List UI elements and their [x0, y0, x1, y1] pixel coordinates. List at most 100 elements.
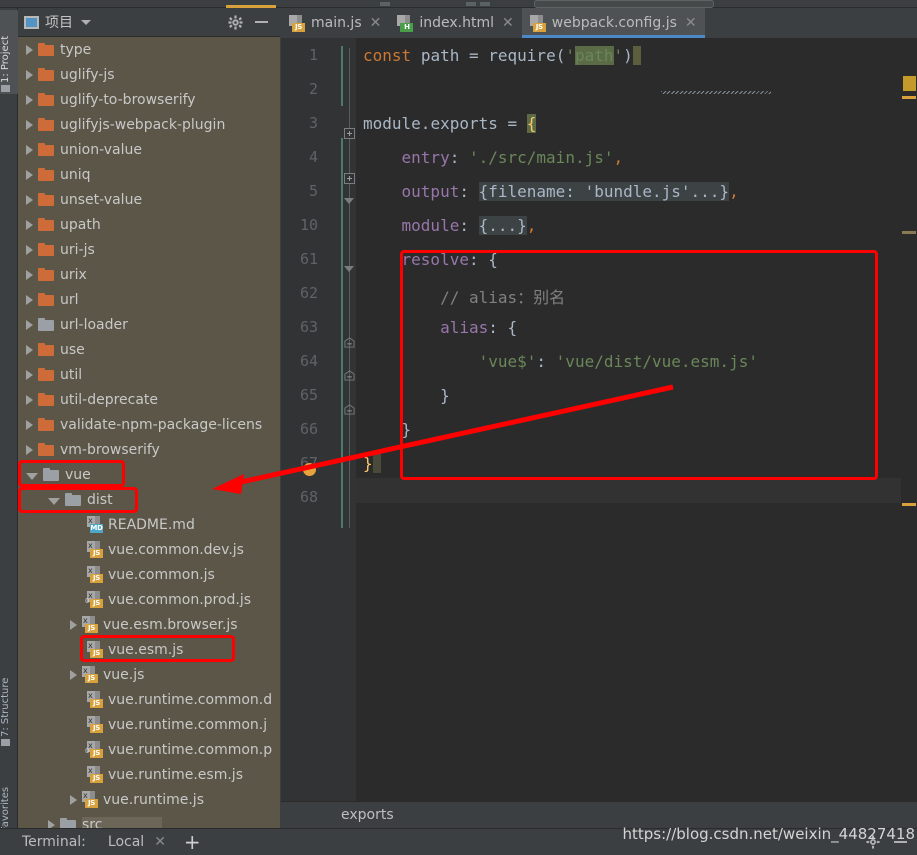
chevron-right-icon[interactable] [26, 369, 33, 380]
code-line[interactable]: resolve: { [363, 250, 498, 269]
tree-file-row[interactable]: x JS vue.runtime.common.d [18, 687, 280, 712]
chevron-right-icon[interactable] [26, 419, 33, 430]
tree-file-row[interactable]: x MD README.md [18, 512, 280, 537]
tree-folder-row[interactable]: url-loader [18, 312, 280, 337]
close-icon[interactable]: ✕ [154, 834, 166, 850]
close-icon[interactable]: ✕ [502, 16, 514, 30]
code-line[interactable]: output: {filename: 'bundle.js'...}, [363, 182, 739, 201]
chevron-right-icon[interactable] [26, 44, 33, 55]
code-line[interactable]: // alias：别名 [363, 284, 565, 308]
chevron-right-icon[interactable] [26, 169, 33, 180]
tree-folder-row[interactable]: util-deprecate [18, 387, 280, 412]
close-icon[interactable]: ✕ [685, 16, 697, 30]
tree-folder-row[interactable]: uglifyjs-webpack-plugin [18, 112, 280, 137]
tree-file-row[interactable]: x JS vue.js [18, 662, 280, 687]
chevron-right-icon[interactable] [26, 269, 33, 280]
editor-gutter[interactable]: 12345106162636465666768 [281, 38, 356, 801]
chevron-right-icon[interactable] [26, 244, 33, 255]
fold-end-line67-icon[interactable] [344, 400, 355, 415]
tree-file-row[interactable]: x JS vue.runtime.common.j [18, 712, 280, 737]
chevron-down-icon[interactable] [81, 19, 91, 25]
terminal-session-tab[interactable]: Local [108, 834, 144, 850]
toolbar-icon-b[interactable] [466, 2, 476, 6]
chevron-right-icon[interactable] [26, 69, 33, 80]
editor-tab-index-html[interactable]: Hindex.html ✕ [389, 8, 521, 38]
code-line[interactable]: const path = require('path') [363, 46, 641, 65]
code-line[interactable]: alias: { [363, 318, 517, 337]
sidebar-tab-project[interactable]: 1: Project [0, 10, 18, 94]
editor-tab-main-js[interactable]: JS main.js ✕ [281, 8, 389, 38]
chevron-right-icon[interactable] [26, 394, 33, 405]
chevron-right-icon[interactable] [26, 119, 33, 130]
chevron-right-icon[interactable] [48, 819, 55, 828]
editor-tab-webpack-config-js[interactable]: JS webpack.config.js ✕ [521, 8, 705, 38]
tree-file-row[interactable]: x JS vue.common.dev.js [18, 537, 280, 562]
marker-line-3[interactable] [902, 503, 916, 506]
plus-icon[interactable]: + [184, 832, 201, 852]
code-view[interactable]: 12345106162636465666768 [281, 38, 917, 831]
tree-folder-row[interactable]: util [18, 362, 280, 387]
editor-tab-bar[interactable]: JS main.js ✕ Hindex.html ✕ JS webpack.config.j… [281, 8, 917, 38]
tree-folder-row[interactable]: validate-npm-package-licens [18, 412, 280, 437]
marker-gutter[interactable] [901, 68, 917, 831]
tree-folder-row[interactable]: vm-browserify [18, 437, 280, 462]
tree-file-row[interactable]: x JS vue.common.js [18, 562, 280, 587]
toolbar-icon-c[interactable] [480, 2, 490, 6]
chevron-right-icon[interactable] [70, 619, 77, 630]
fold-expand-line5-icon[interactable] [344, 128, 355, 139]
code-line[interactable]: module: {...}, [363, 216, 536, 235]
breadcrumb[interactable]: exports [281, 801, 917, 828]
code-line[interactable]: 'vue$': 'vue/dist/vue.esm.js' [363, 352, 758, 371]
tree-folder-row[interactable]: vue [18, 462, 280, 487]
chevron-right-icon[interactable] [26, 194, 33, 205]
tree-folder-row[interactable]: uglify-to-browserify [18, 87, 280, 112]
tree-folder-row[interactable]: use [18, 337, 280, 362]
sidebar-tab-structure[interactable]: 7: Structure [0, 648, 18, 748]
gear-icon[interactable] [228, 14, 243, 30]
tree-folder-row[interactable]: union-value [18, 137, 280, 162]
fold-expand-line10-icon[interactable] [344, 173, 355, 184]
minimize-icon[interactable] [255, 21, 268, 23]
search-everywhere-box[interactable] [534, 0, 714, 8]
tree-file-row[interactable]: x JS vue.esm.js [18, 637, 280, 662]
tree-file-row[interactable]: x JS vue.runtime.js [18, 787, 280, 812]
tree-file-row[interactable]: x JS vue.runtime.esm.js [18, 762, 280, 787]
tree-folder-row[interactable]: upath [18, 212, 280, 237]
fold-end-line66-icon[interactable] [344, 366, 355, 381]
tree-folder-row[interactable]: uniq [18, 162, 280, 187]
chevron-right-icon[interactable] [70, 794, 77, 805]
code-line[interactable]: entry: './src/main.js', [363, 148, 624, 167]
bookmark-dot-icon[interactable] [303, 463, 316, 476]
marker-line-1[interactable] [902, 96, 916, 99]
marker-warning-box[interactable] [903, 76, 916, 91]
tree-folder-row[interactable]: url [18, 287, 280, 312]
tree-file-row[interactable]: x 0 JS vue.common.prod.js [18, 587, 280, 612]
chevron-right-icon[interactable] [26, 144, 33, 155]
tree-file-row[interactable]: x 0 JS vue.runtime.common.p [18, 737, 280, 762]
marker-line-2[interactable] [902, 231, 916, 234]
code-line[interactable]: } [363, 386, 450, 405]
fold-end-line65-icon[interactable] [344, 333, 355, 348]
tree-folder-row[interactable]: uglify-js [18, 62, 280, 87]
tree-folder-row[interactable]: uri-js [18, 237, 280, 262]
chevron-right-icon[interactable] [26, 444, 33, 455]
toolbar-icon-a[interactable] [380, 2, 390, 6]
tree-folder-row[interactable]: type [18, 37, 280, 62]
code-line[interactable]: } [363, 454, 381, 473]
fold-collapse-line63-icon[interactable] [344, 266, 354, 272]
project-file-tree[interactable]: type uglify-js uglify-to-browserify uglifyj… [18, 37, 280, 828]
chevron-right-icon[interactable] [70, 669, 77, 680]
tree-folder-row[interactable]: src [18, 812, 280, 828]
chevron-right-icon[interactable] [26, 294, 33, 305]
chevron-right-icon[interactable] [26, 219, 33, 230]
tree-file-row[interactable]: x JS vue.esm.browser.js [18, 612, 280, 637]
tree-folder-row[interactable]: urix [18, 262, 280, 287]
fold-collapse-line61-icon[interactable] [344, 198, 354, 204]
code-line[interactable]: } [363, 420, 412, 439]
tree-folder-row[interactable]: unset-value [18, 187, 280, 212]
chevron-right-icon[interactable] [26, 319, 33, 330]
close-icon[interactable]: ✕ [370, 16, 382, 30]
chevron-right-icon[interactable] [26, 344, 33, 355]
chevron-right-icon[interactable] [26, 94, 33, 105]
chevron-down-icon[interactable] [26, 472, 38, 480]
